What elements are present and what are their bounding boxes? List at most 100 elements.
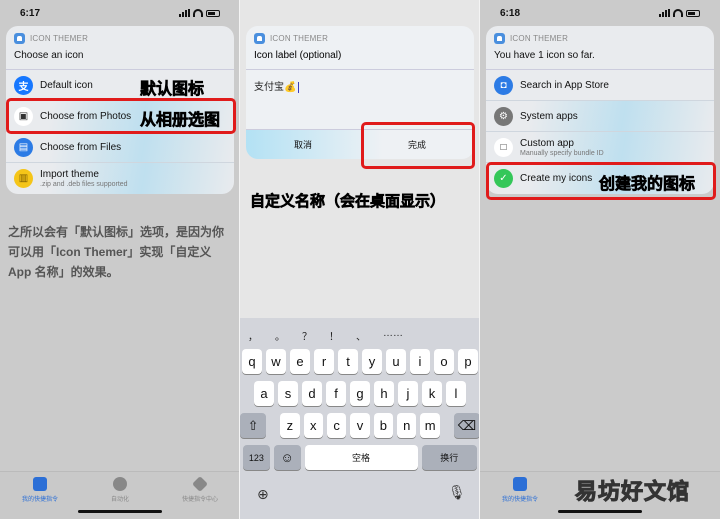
key-p[interactable]: p	[458, 349, 478, 374]
screen-icon-label: ICON THEMER Icon label (optional) 支付宝💰 取…	[240, 0, 480, 519]
candidate[interactable]: 、	[356, 328, 366, 343]
key-m[interactable]: m	[420, 413, 440, 438]
microphone-icon[interactable]: 🎙	[448, 484, 466, 501]
battery-icon	[206, 9, 220, 17]
annotation-custom-name: 自定义名称（会在桌面显示）	[250, 192, 446, 211]
text-caret	[298, 81, 300, 93]
key-e[interactable]: e	[290, 349, 310, 374]
tab-label: 自动化	[110, 497, 129, 503]
backspace-key[interactable]: ⌫	[453, 413, 480, 438]
key-d[interactable]: d	[302, 381, 322, 406]
candidate[interactable]: ，	[248, 328, 258, 343]
candidate[interactable]: ……	[383, 328, 403, 343]
layers-icon	[192, 476, 208, 492]
status-time: 6:17	[20, 8, 41, 19]
home-indicator	[558, 510, 642, 513]
globe-icon[interactable]: ⊕	[257, 486, 269, 503]
icon-label-input[interactable]: 支付宝💰	[246, 69, 474, 126]
screen-choose-icon: 6:17 ICON THEMER Choose an icon 支 Defaul…	[0, 0, 240, 519]
key-k[interactable]: k	[422, 381, 442, 406]
key-h[interactable]: h	[374, 381, 394, 406]
key-j[interactable]: j	[398, 381, 418, 406]
dialog-title: Icon label (optional)	[254, 50, 342, 61]
highlight-box	[361, 122, 475, 169]
battery-icon	[686, 9, 700, 17]
grid-icon	[33, 477, 47, 491]
annotation-default-icon: 默认图标	[140, 79, 205, 99]
option-label: System apps	[520, 110, 578, 122]
icon-themer-app-icon	[14, 32, 25, 44]
annotation-choose-photo: 从相册选图	[140, 110, 221, 130]
app-name: ICON THEMER	[30, 33, 89, 43]
option-sublabel: .zip and .deb files supported	[40, 181, 128, 188]
return-key[interactable]: 换行	[421, 445, 478, 470]
tab-automation[interactable]: 自动化	[80, 477, 160, 503]
alipay-icon: 支	[14, 75, 33, 95]
automation-icon	[113, 477, 127, 491]
key-c[interactable]: c	[326, 413, 347, 438]
app-store-bag-icon: ◘	[494, 75, 513, 95]
key-f[interactable]: f	[326, 381, 346, 406]
tab-bar: 我的快捷指令 自动化 快捷指令中心	[0, 471, 240, 519]
input-value: 支付宝💰	[254, 82, 297, 93]
key-r[interactable]: r	[314, 349, 334, 374]
key-t[interactable]: t	[338, 349, 358, 374]
explanation-caption: 之所以会有「默认图标」选项，是因为你可以用「Icon Themer」实现「自定义…	[8, 225, 225, 279]
numbers-key[interactable]: 123	[243, 445, 270, 470]
key-q[interactable]: q	[242, 349, 262, 374]
space-key[interactable]: 空格	[304, 445, 418, 470]
icon-themer-app-icon	[494, 32, 505, 44]
tab-gallery[interactable]: 快捷指令中心	[160, 476, 240, 503]
settings-icon: ⚙	[494, 106, 513, 126]
home-indicator	[78, 510, 162, 513]
shift-key[interactable]: ⇧	[240, 413, 267, 438]
candidate[interactable]: ！	[329, 328, 339, 343]
tab-label: 我的快捷指令	[21, 497, 58, 503]
option-custom-app[interactable]: □ Custom app Manually specify bundle ID	[486, 132, 714, 163]
cancel-button[interactable]: 取消	[246, 130, 360, 159]
tab-my-shortcuts[interactable]: 我的快捷指令	[0, 477, 80, 503]
key-y[interactable]: y	[362, 349, 382, 374]
candidate[interactable]: ？	[302, 328, 312, 343]
tab-label: 我的快捷指令	[501, 497, 538, 503]
watermark: 易坊好文馆	[574, 479, 691, 505]
wifi-icon	[673, 9, 683, 17]
option-search-app-store[interactable]: ◘ Search in App Store	[486, 70, 714, 101]
option-import-theme[interactable]: ▥ Import theme .zip and .deb files suppor…	[6, 163, 234, 194]
screen-icon-list: 6:18 ICON THEMER You have 1 icon so far.…	[480, 0, 720, 519]
app-name: ICON THEMER	[270, 33, 329, 43]
files-icon: ▤	[14, 137, 33, 157]
option-label: Search in App Store	[520, 79, 609, 91]
status-time: 6:18	[500, 8, 521, 19]
key-v[interactable]: v	[350, 413, 370, 438]
option-label: Choose from Files	[40, 141, 122, 153]
key-z[interactable]: z	[280, 413, 300, 438]
tab-my-shortcuts[interactable]: 我的快捷指令	[480, 477, 560, 503]
dialog-title: Choose an icon	[6, 46, 234, 70]
candidate[interactable]: 。	[275, 328, 285, 343]
key-x[interactable]: x	[303, 413, 323, 438]
signal-icon	[659, 9, 670, 17]
key-w[interactable]: w	[266, 349, 286, 374]
icon-themer-app-icon	[254, 32, 265, 44]
app-name: ICON THEMER	[510, 33, 569, 43]
option-sublabel: Manually specify bundle ID	[520, 149, 604, 157]
custom-app-icon: □	[494, 137, 513, 157]
option-choose-from-files[interactable]: ▤ Choose from Files	[6, 132, 234, 163]
key-l[interactable]: l	[446, 381, 466, 406]
key-i[interactable]: i	[410, 349, 430, 374]
status-bar: 6:17	[20, 8, 220, 22]
key-o[interactable]: o	[434, 349, 454, 374]
grid-icon	[513, 477, 527, 491]
key-a[interactable]: a	[254, 381, 274, 406]
key-g[interactable]: g	[350, 381, 370, 406]
emoji-key[interactable]: ☺	[273, 445, 301, 470]
annotation-create-icons: 创建我的图标	[599, 174, 696, 194]
key-u[interactable]: u	[386, 349, 406, 374]
theme-icon: ▥	[14, 169, 33, 188]
key-b[interactable]: b	[373, 413, 394, 438]
key-n[interactable]: n	[397, 413, 417, 438]
option-system-apps[interactable]: ⚙ System apps	[486, 101, 714, 132]
option-label: Default icon	[40, 79, 93, 91]
key-s[interactable]: s	[278, 381, 298, 406]
